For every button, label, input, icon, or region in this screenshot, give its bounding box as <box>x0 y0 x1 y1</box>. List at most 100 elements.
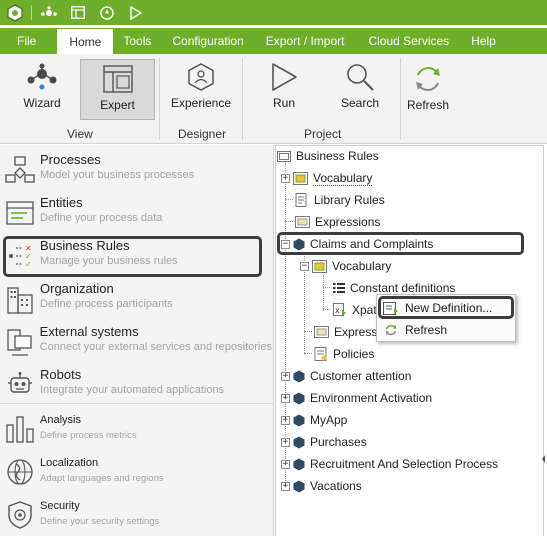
refresh-menu-item[interactable]: Refresh <box>377 320 515 340</box>
wizard-label: Wizard <box>23 96 61 110</box>
nav-entities-title: Entities <box>40 195 83 210</box>
menu-cloud-services[interactable]: Cloud Services <box>355 28 462 54</box>
tree-node-xpath-definitions[interactable]: x Xpat <box>333 301 377 319</box>
tree-node-vacations-label: Vacations <box>310 479 362 493</box>
application-cube-icon <box>293 436 305 449</box>
tree-connector <box>304 331 312 332</box>
nav-analysis-title: Analysis <box>40 414 81 426</box>
tree-node-customer-attention[interactable]: + Customer attention <box>281 367 411 385</box>
nav-organization[interactable]: Organization Define process participants <box>0 281 272 315</box>
application-cube-icon <box>293 392 305 405</box>
menu-export-import[interactable]: Export / Import <box>253 28 356 54</box>
expand-icon[interactable]: + <box>281 393 290 403</box>
nav-external-systems[interactable]: External systems Connect your external s… <box>0 324 272 358</box>
claims-highlight <box>277 232 524 255</box>
expert-button[interactable]: Expert <box>80 59 155 120</box>
tree-node-environment-activation[interactable]: + Environment Activation <box>281 389 432 407</box>
tree-node-vacations[interactable]: + Vacations <box>281 477 362 495</box>
tree-node-recruitment[interactable]: + Recruitment And Selection Process <box>281 455 498 473</box>
expand-icon[interactable]: + <box>281 459 290 469</box>
tree-node-purchases[interactable]: + Purchases <box>281 433 367 451</box>
nav-robots-title: Robots <box>40 367 82 382</box>
search-icon <box>345 58 375 96</box>
svg-text:x: x <box>335 306 340 315</box>
list-icon <box>333 282 345 294</box>
tree-node-policies[interactable]: Policies <box>314 345 374 363</box>
group-designer-label: Designer <box>178 127 227 141</box>
wizard-icon <box>25 58 59 96</box>
share-icon[interactable] <box>34 0 63 25</box>
menu-home[interactable]: Home <box>57 29 114 54</box>
nav-entities[interactable]: Entities Define your process data <box>0 195 272 227</box>
shield-icon <box>0 496 40 530</box>
nav-localization-desc: Adapt languages and regions <box>40 473 164 484</box>
library-rules-icon <box>295 193 309 207</box>
run-label: Run <box>272 96 295 110</box>
nav-processes[interactable]: Processes Model your business processes <box>0 152 272 184</box>
nav-robots[interactable]: Robots Integrate your automated applicat… <box>0 367 272 399</box>
expand-icon[interactable]: + <box>281 481 290 491</box>
context-menu: New Definition... Refresh <box>376 294 516 342</box>
expressions-icon <box>295 216 310 228</box>
refresh-icon <box>377 323 405 337</box>
application-cube-icon <box>293 458 305 471</box>
nav-localization[interactable]: Localization Adapt languages and regions <box>0 453 272 487</box>
menu-tools[interactable]: Tools <box>113 28 163 54</box>
bizagi-logo-icon[interactable] <box>0 0 29 25</box>
wizard-button[interactable]: Wizard <box>17 58 67 118</box>
tree-node-claims-expressions[interactable]: Expressi <box>314 323 380 341</box>
scroll-left-arrow-icon[interactable] <box>541 453 546 465</box>
search-button[interactable]: Search <box>336 58 384 118</box>
tree-node-recruitment-label: Recruitment And Selection Process <box>310 457 499 471</box>
menu-configuration[interactable]: Configuration <box>163 28 252 54</box>
left-pane-divider <box>0 403 273 404</box>
analysis-icon <box>0 410 40 444</box>
tree-node-expressions[interactable]: Expressions <box>295 213 380 231</box>
nav-localization-title: Localization <box>40 457 99 469</box>
collapse-icon[interactable]: − <box>300 261 309 271</box>
play-icon[interactable] <box>121 0 150 25</box>
tree-node-library-rules[interactable]: Library Rules <box>295 191 385 209</box>
layout-icon[interactable] <box>63 0 92 25</box>
policies-icon <box>314 347 328 361</box>
ribbon-separator <box>242 58 243 140</box>
robot-icon <box>0 367 40 399</box>
application-cube-icon <box>293 414 305 427</box>
experience-label: Experience <box>170 96 232 110</box>
nav-analysis[interactable]: Analysis Define process metrics <box>0 410 272 444</box>
tree-node-vocabulary[interactable]: + Vocabulary <box>281 169 373 187</box>
title-bar <box>0 0 547 25</box>
expand-icon[interactable]: + <box>281 415 290 425</box>
tree-node-environment-activation-label: Environment Activation <box>310 391 433 405</box>
left-navigation-pane: Processes Model your business processes … <box>0 145 274 536</box>
expand-icon[interactable]: + <box>281 173 290 183</box>
folder-icon <box>277 150 291 162</box>
experience-button[interactable]: Experience <box>170 58 232 118</box>
nav-security[interactable]: Security Define your security settings <box>0 496 272 530</box>
expressions-icon <box>314 326 329 338</box>
ribbon-separator <box>159 58 160 140</box>
tree-root[interactable]: Business Rules <box>277 147 379 165</box>
tree-node-customer-attention-label: Customer attention <box>310 369 412 383</box>
nav-security-desc: Define your security settings <box>40 516 160 527</box>
expand-icon[interactable]: + <box>281 437 290 447</box>
menu-help[interactable]: Help <box>462 28 505 54</box>
tree-node-claims-vocabulary[interactable]: − Vocabulary <box>300 257 391 275</box>
tree-node-purchases-label: Purchases <box>310 435 367 449</box>
organization-icon <box>0 281 40 315</box>
nav-organization-desc: Define process participants <box>40 298 173 310</box>
menu-file[interactable]: File <box>0 28 57 54</box>
run-button[interactable]: Run <box>264 58 304 118</box>
expand-icon[interactable]: + <box>281 371 290 381</box>
nav-processes-title: Processes <box>40 152 101 167</box>
tree-node-myapp[interactable]: + MyApp <box>281 411 347 429</box>
compass-icon[interactable] <box>92 0 121 25</box>
tree-node-expressions-label: Expressions <box>315 215 381 229</box>
globe-icon <box>0 453 40 487</box>
refresh-icon <box>412 60 444 98</box>
refresh-button[interactable]: Refresh <box>406 60 450 120</box>
business-rules-highlight <box>3 236 262 277</box>
entities-icon <box>0 195 40 227</box>
xpath-icon: x <box>333 303 347 317</box>
nav-external-systems-desc: Connect your external services and repos… <box>39 341 272 353</box>
